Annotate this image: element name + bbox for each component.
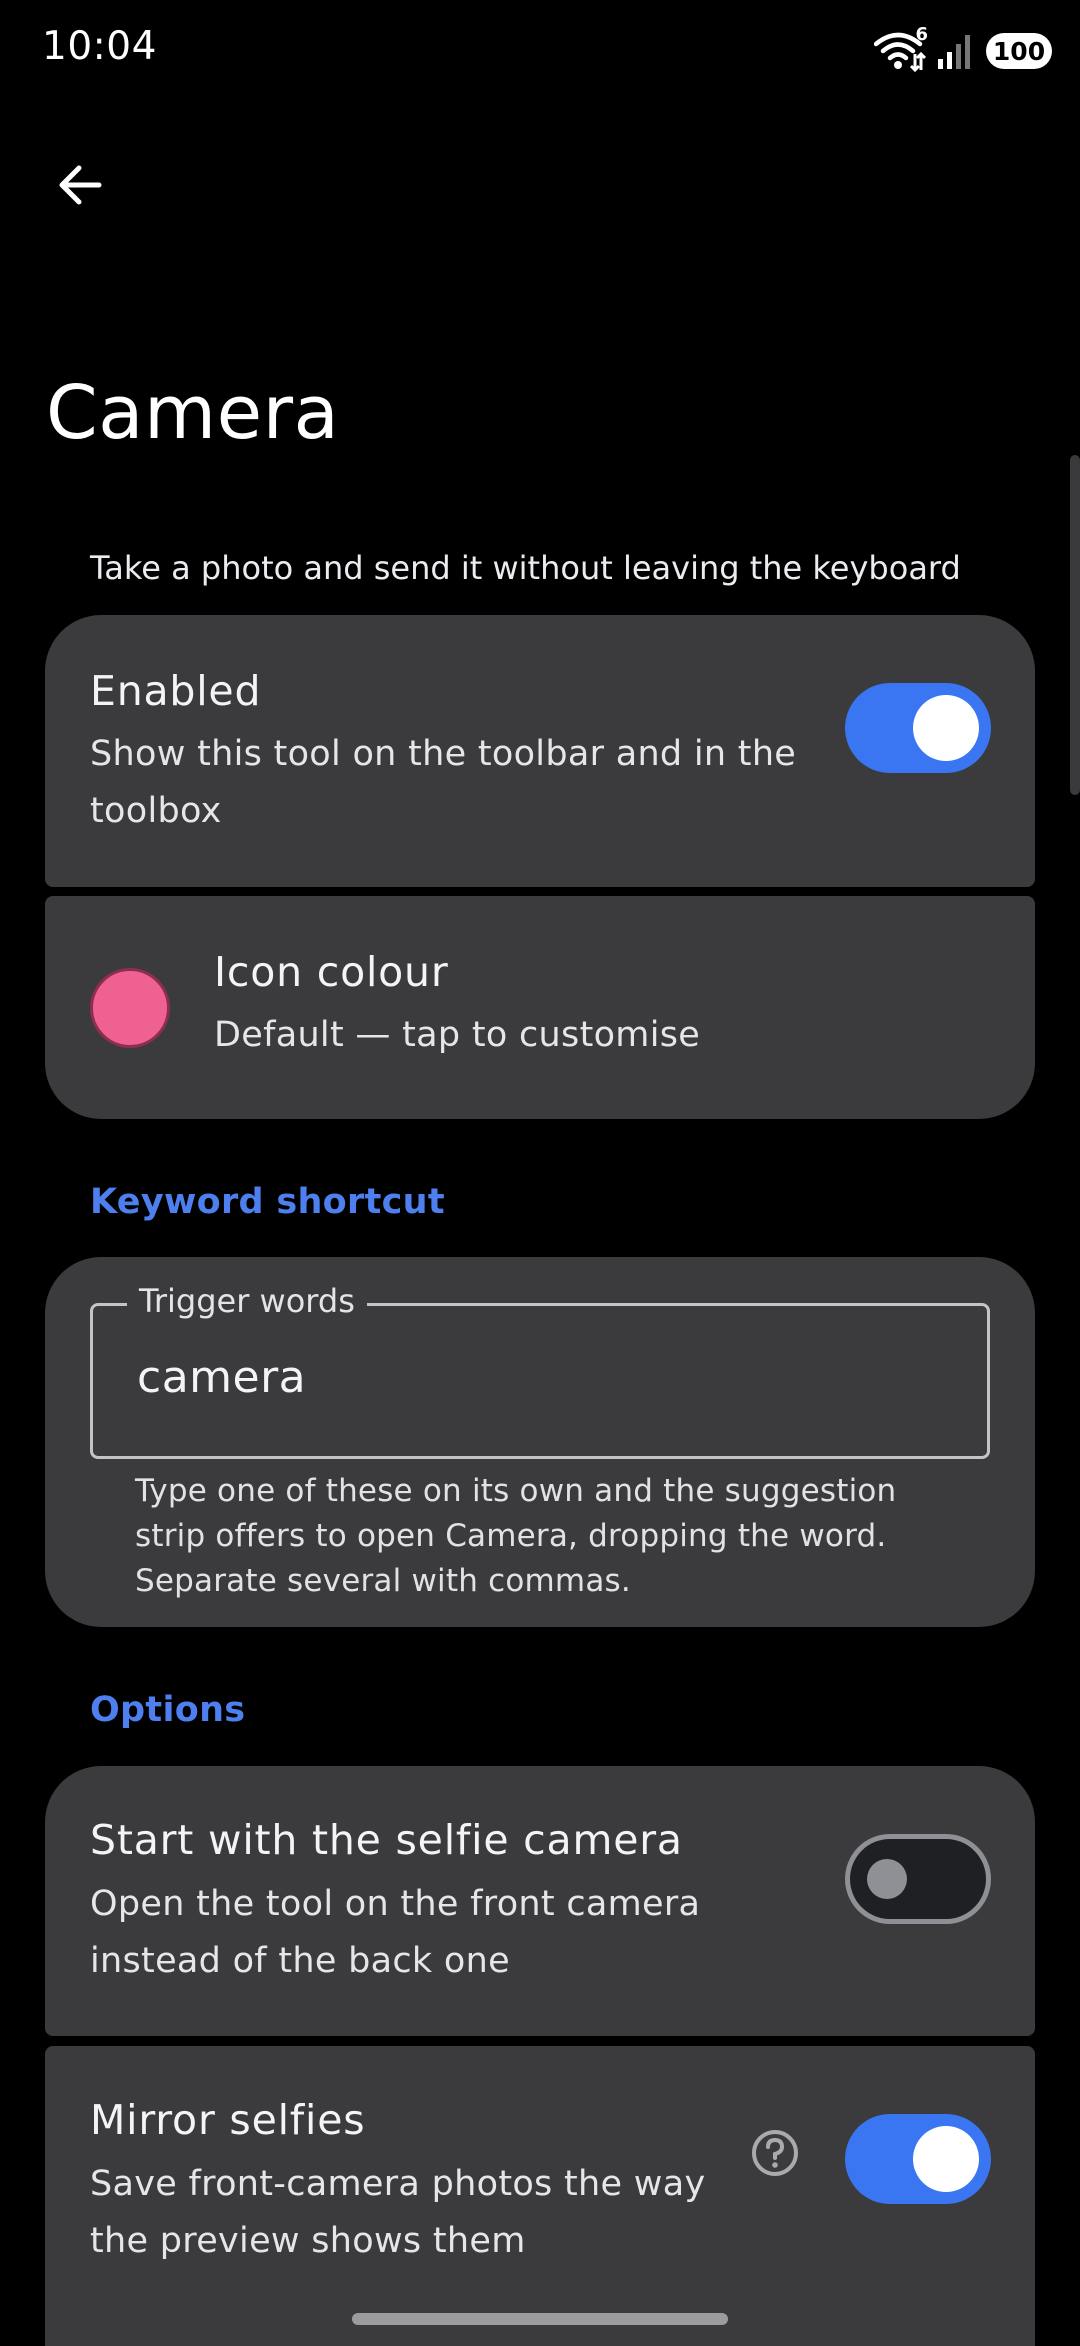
back-button[interactable] xyxy=(40,145,120,225)
icon-colour-row[interactable]: Icon colour Default — tap to customise xyxy=(45,896,1035,1119)
enabled-toggle[interactable] xyxy=(845,683,991,773)
trigger-words-helper: Type one of these on its own and the sug… xyxy=(135,1473,897,1599)
mirror-selfies-row[interactable]: Mirror selfies Save front-camera photos … xyxy=(45,2046,1035,2346)
colour-swatch-icon xyxy=(90,968,170,1048)
scroll-indicator xyxy=(1070,455,1080,795)
arrow-back-icon xyxy=(59,165,102,205)
keyword-shortcut-header: Keyword shortcut xyxy=(90,1182,445,1222)
icon-colour-title: Icon colour xyxy=(214,948,449,996)
mirror-subtitle: Save front-camera photos the way the pre… xyxy=(90,2164,706,2261)
toggle-knob xyxy=(867,1859,907,1899)
signal-icon xyxy=(936,31,976,71)
wifi-icon: 6 xyxy=(873,24,928,73)
enabled-title: Enabled xyxy=(90,667,262,715)
battery-icon: 100 xyxy=(986,33,1052,69)
trigger-words-field[interactable]: Trigger words camera xyxy=(90,1282,990,1459)
enabled-setting-row[interactable]: Enabled Show this tool on the toolbar an… xyxy=(45,615,1035,887)
status-time: 10:04 xyxy=(42,24,157,69)
selfie-camera-row[interactable]: Start with the selfie camera Open the to… xyxy=(45,1766,1035,2036)
trigger-words-label: Trigger words xyxy=(127,1282,367,1320)
mirror-title: Mirror selfies xyxy=(90,2096,366,2144)
toggle-knob xyxy=(913,2126,979,2192)
gesture-bar[interactable] xyxy=(352,2313,728,2325)
page-description: Take a photo and send it without leaving… xyxy=(90,549,961,587)
status-icons: 6 100 xyxy=(873,24,1052,73)
selfie-toggle[interactable] xyxy=(845,1834,991,1924)
selfie-subtitle: Open the tool on the front camera instea… xyxy=(90,1884,701,1981)
options-header: Options xyxy=(90,1690,246,1730)
selfie-title: Start with the selfie camera xyxy=(90,1816,683,1864)
wifi-badge: 6 xyxy=(915,24,928,45)
enabled-subtitle: Show this tool on the toolbar and in the… xyxy=(90,734,797,831)
mirror-toggle[interactable] xyxy=(845,2114,991,2204)
help-circle-icon[interactable] xyxy=(750,2128,800,2178)
page-title: Camera xyxy=(46,370,340,456)
toggle-knob xyxy=(913,695,979,761)
icon-colour-subtitle: Default — tap to customise xyxy=(214,1015,701,1055)
status-bar: 10:04 6 100 xyxy=(0,0,1080,100)
trigger-words-value[interactable]: camera xyxy=(137,1352,306,1403)
keyword-shortcut-card: Trigger words camera Type one of these o… xyxy=(45,1257,1035,1627)
